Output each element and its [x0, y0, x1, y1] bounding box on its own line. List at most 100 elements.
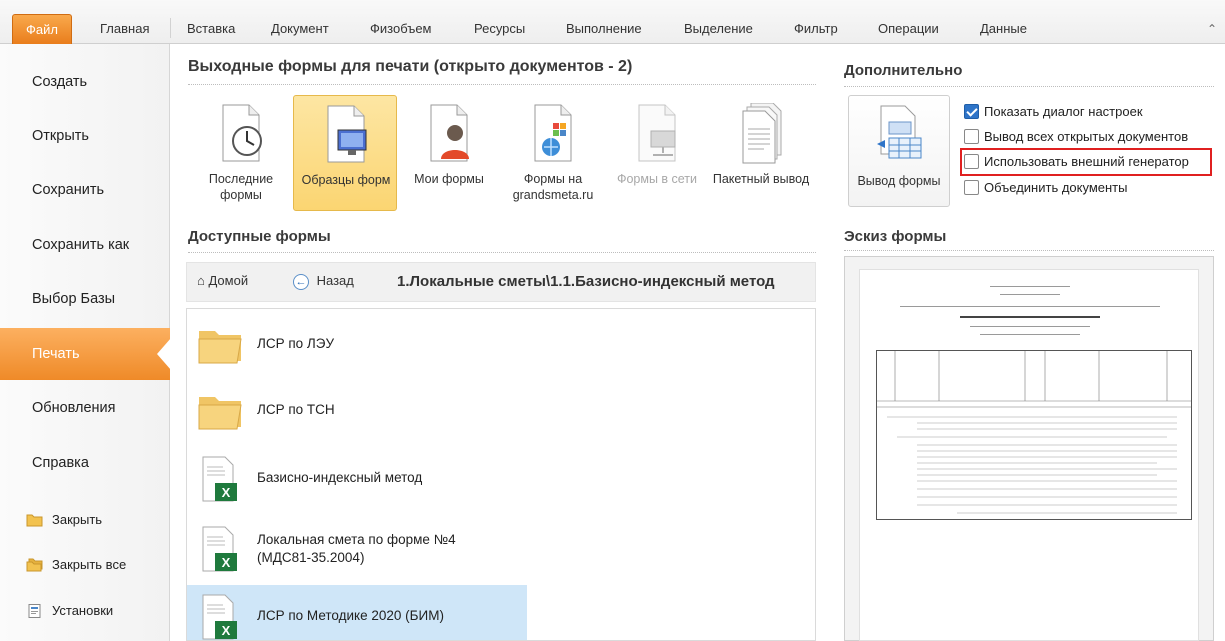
excel-form-icon: X: [202, 526, 237, 572]
forms-network-label: Формы в сети: [616, 172, 698, 186]
list-item-label: ЛСР по Методике 2020 (БИМ): [257, 608, 444, 623]
preview-line: [970, 326, 1090, 327]
output-form-button[interactable]: Вывод формы: [848, 95, 950, 207]
svg-text:X: X: [222, 623, 231, 638]
preview-title: Эскиз формы: [844, 228, 947, 245]
preview-heading-line: [960, 316, 1100, 318]
back-button[interactable]: ← Назад: [293, 273, 354, 290]
user-doc-icon: [430, 104, 469, 162]
nav-open[interactable]: Открыть: [0, 110, 170, 162]
nav-close-all[interactable]: Закрыть все: [0, 547, 170, 583]
checkbox[interactable]: [964, 154, 979, 169]
checkbox[interactable]: [964, 129, 979, 144]
backstage-nav: Создать Открыть Сохранить Сохранить как …: [0, 44, 171, 641]
folders-close-icon: [26, 558, 43, 572]
checkbox[interactable]: [964, 180, 979, 195]
stack-doc-icon: [742, 103, 782, 164]
forms-file-list: ЛСР по ЛЭУ ЛСР по ТСН X Базисно-индексны…: [186, 308, 816, 641]
preview-divider: [844, 250, 1214, 251]
nav-close-all-label: Закрыть все: [52, 557, 127, 572]
home-label: Домой: [208, 273, 249, 288]
forms-web-label: Формы на grandsmeta.ru: [512, 172, 594, 202]
title-divider: [188, 84, 816, 85]
tab-resources[interactable]: Ресурсы: [474, 14, 525, 44]
current-path: 1.Локальные сметы\1.1.Базисно-индексный …: [397, 273, 775, 290]
extra-divider: [844, 86, 1214, 87]
forms-samples-button[interactable]: Образцы форм: [293, 95, 397, 211]
folder-close-icon: [26, 514, 43, 527]
output-form-icon: [877, 105, 922, 159]
tab-data[interactable]: Данные: [980, 14, 1027, 44]
network-doc-icon: [638, 104, 676, 162]
nav-create[interactable]: Создать: [0, 56, 170, 108]
list-item-label: ЛСР по ТСН: [257, 402, 335, 417]
preview-line: [980, 334, 1080, 335]
folder-icon: [198, 331, 242, 364]
tab-operations[interactable]: Операции: [878, 14, 939, 44]
nav-settings-label: Установки: [52, 603, 114, 618]
preview-line: [900, 306, 1160, 307]
checkbox-checked[interactable]: [964, 104, 979, 119]
nav-close[interactable]: Закрыть: [0, 502, 170, 538]
preview-line: [1000, 294, 1060, 295]
nav-save-as[interactable]: Сохранить как: [0, 219, 170, 271]
excel-form-icon: X: [202, 456, 237, 502]
settings-doc-icon: [28, 604, 41, 618]
tab-filter[interactable]: Фильтр: [794, 14, 838, 44]
preview-table: [876, 350, 1192, 520]
folder-icon: [198, 397, 242, 430]
list-item-form-mds[interactable]: X Локальная смета по форме №4 (МДС81-35.…: [187, 517, 527, 581]
forms-web-button[interactable]: Формы на grandsmeta.ru: [501, 95, 605, 211]
svg-text:X: X: [222, 555, 231, 570]
tab-document[interactable]: Документ: [271, 14, 329, 44]
svg-text:X: X: [222, 485, 231, 500]
forms-batch-label: Пакетный вывод: [712, 172, 810, 186]
monitor-doc-icon: [327, 105, 367, 163]
forms-recent-label: Последние формы: [208, 172, 274, 202]
available-divider: [188, 252, 816, 253]
page-title: Выходные формы для печати (открыто докум…: [188, 58, 633, 75]
option-label: Объединить документы: [984, 180, 1128, 195]
list-item-folder-tsn[interactable]: ЛСР по ТСН: [187, 379, 527, 443]
tab-file[interactable]: Файл: [12, 14, 72, 44]
tab-home[interactable]: Главная: [100, 14, 149, 44]
list-item-label: ЛСР по ЛЭУ: [257, 336, 335, 351]
list-item-label: Базисно-индексный метод: [257, 470, 423, 485]
back-arrow-icon: ←: [293, 274, 309, 290]
forms-network-button[interactable]: Формы в сети: [605, 95, 709, 211]
nav-select-base[interactable]: Выбор Базы: [0, 273, 170, 325]
tab-separator: [170, 18, 171, 38]
nav-help[interactable]: Справка: [0, 437, 170, 489]
list-item-form-bim[interactable]: X Базисно-индексный метод: [187, 447, 527, 511]
tab-volume[interactable]: Физобъем: [370, 14, 432, 44]
help-caret-icon[interactable]: ⌃: [1207, 22, 1217, 36]
home-icon: ⌂: [197, 273, 205, 288]
list-item-label: Локальная смета по форме №4 (МДС81-35.20…: [257, 532, 456, 565]
home-button[interactable]: ⌂ Домой: [197, 273, 248, 288]
option-label: Показать диалог настроек: [984, 104, 1143, 119]
nav-print[interactable]: Печать: [0, 328, 171, 380]
nav-settings[interactable]: Установки: [0, 593, 170, 629]
option-label: Вывод всех открытых документов: [984, 129, 1189, 144]
back-label: Назад: [316, 273, 354, 288]
preview-table-grid: [877, 351, 1191, 514]
nav-save[interactable]: Сохранить: [0, 164, 170, 216]
list-item-folder-leu[interactable]: ЛСР по ЛЭУ: [187, 313, 527, 377]
nav-close-label: Закрыть: [52, 512, 103, 527]
tab-insert[interactable]: Вставка: [187, 14, 235, 44]
forms-my-button[interactable]: Мои формы: [397, 95, 501, 211]
list-item-form-2020[interactable]: X ЛСР по Методике 2020 (БИМ): [187, 585, 527, 640]
tab-execution[interactable]: Выполнение: [566, 14, 642, 44]
forms-my-label: Мои формы: [414, 172, 484, 186]
tab-selection[interactable]: Выделение: [684, 14, 753, 44]
excel-form-icon: X: [202, 594, 237, 640]
preview-page-thumbnail: [859, 269, 1199, 641]
forms-batch-button[interactable]: Пакетный вывод: [709, 95, 813, 211]
web-doc-icon: [534, 104, 572, 162]
forms-recent-button[interactable]: Последние формы: [189, 95, 293, 211]
forms-samples-label: Образцы форм: [301, 173, 391, 187]
clock-doc-icon: [222, 104, 262, 162]
preview-line: [990, 286, 1070, 287]
nav-updates[interactable]: Обновления: [0, 382, 170, 434]
path-bar: ⌂ Домой ← Назад 1.Локальные сметы\1.1.Ба…: [186, 262, 816, 302]
